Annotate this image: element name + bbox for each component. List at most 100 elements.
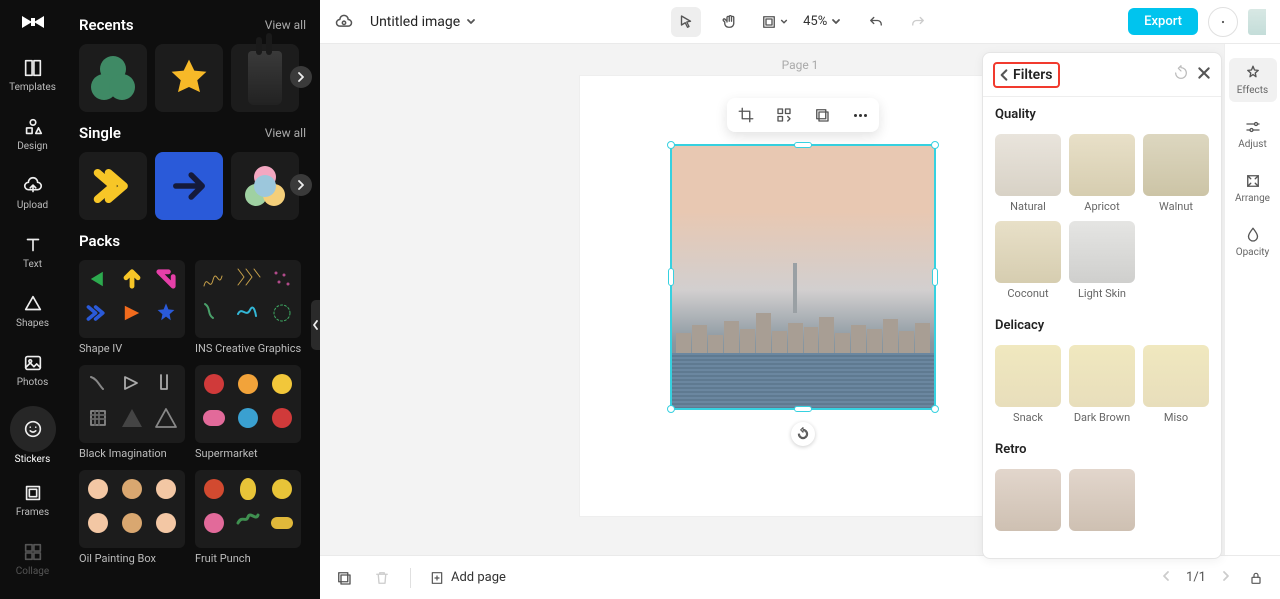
pack-thumb[interactable] bbox=[195, 365, 301, 443]
next-page-button[interactable] bbox=[1220, 570, 1232, 586]
resize-handle[interactable] bbox=[667, 141, 675, 149]
doc-title-text: Untitled image bbox=[370, 14, 460, 30]
rr-arrange[interactable]: Arrange bbox=[1229, 166, 1277, 210]
rail-label: Collage bbox=[16, 566, 49, 577]
share-button[interactable] bbox=[1208, 7, 1238, 37]
rail-label: Text bbox=[23, 259, 42, 270]
page-indicator: 1/1 bbox=[1186, 570, 1206, 585]
resize-handle[interactable] bbox=[932, 268, 938, 286]
resize-handle[interactable] bbox=[794, 406, 812, 412]
magic-button[interactable] bbox=[773, 104, 795, 126]
undo-button[interactable] bbox=[861, 7, 891, 37]
filter-item[interactable]: Coconut bbox=[995, 221, 1061, 300]
redo-button[interactable] bbox=[903, 7, 933, 37]
layers-peek[interactable] bbox=[1248, 9, 1266, 35]
carousel-next[interactable] bbox=[290, 66, 312, 88]
panel-collapse-handle[interactable] bbox=[311, 300, 320, 350]
hand-tool[interactable] bbox=[715, 7, 745, 37]
filter-item[interactable]: Snack bbox=[995, 345, 1061, 424]
pack-thumb[interactable] bbox=[79, 470, 185, 548]
filter-item[interactable]: Miso bbox=[1143, 345, 1209, 424]
filter-item[interactable]: Dark Brown bbox=[1069, 345, 1135, 424]
document-title[interactable]: Untitled image bbox=[370, 14, 476, 30]
assets-panel: Recents View all Single View all Packs bbox=[65, 0, 320, 599]
rr-opacity[interactable]: Opacity bbox=[1229, 220, 1277, 264]
single-thumb[interactable] bbox=[79, 152, 147, 220]
filter-item[interactable]: Apricot bbox=[1069, 134, 1135, 213]
reset-button[interactable] bbox=[1173, 65, 1189, 85]
chevron-down-icon bbox=[466, 17, 476, 27]
right-rail: Effects Adjust Arrange Opacity bbox=[1224, 44, 1280, 555]
recent-thumb[interactable] bbox=[231, 44, 299, 112]
lock-button[interactable] bbox=[1246, 568, 1266, 588]
rail-upload[interactable]: Upload bbox=[9, 170, 57, 217]
resize-handle[interactable] bbox=[668, 268, 674, 286]
rail-collage[interactable]: Collage bbox=[9, 536, 57, 583]
topbar: Untitled image 45% Export bbox=[320, 0, 1280, 44]
rotate-handle[interactable] bbox=[791, 422, 815, 446]
rail-label: Stickers bbox=[15, 454, 51, 465]
filter-item[interactable]: Light Skin bbox=[1069, 221, 1135, 300]
resize-handle[interactable] bbox=[931, 141, 939, 149]
single-thumb[interactable] bbox=[155, 152, 223, 220]
filter-item[interactable] bbox=[995, 469, 1061, 531]
rail-label: Shapes bbox=[16, 318, 49, 329]
export-button[interactable]: Export bbox=[1128, 8, 1198, 35]
carousel-next[interactable] bbox=[290, 174, 312, 196]
zoom-control[interactable]: 45% bbox=[803, 14, 841, 29]
recent-thumb[interactable] bbox=[79, 44, 147, 112]
section-title-packs: Packs bbox=[79, 232, 120, 250]
page-label: Page 1 bbox=[782, 58, 819, 72]
page[interactable] bbox=[580, 76, 1020, 516]
filter-item[interactable]: Natural bbox=[995, 134, 1061, 213]
resize-handle[interactable] bbox=[931, 405, 939, 413]
rr-effects[interactable]: Effects bbox=[1229, 58, 1277, 102]
resize-tool[interactable] bbox=[759, 7, 789, 37]
filters-back-button[interactable]: Filters bbox=[993, 62, 1060, 88]
selection-toolbar bbox=[727, 98, 879, 132]
layer-button[interactable] bbox=[811, 104, 833, 126]
pack-thumb[interactable] bbox=[195, 470, 301, 548]
rail-label: Templates bbox=[9, 82, 56, 93]
filter-item[interactable] bbox=[1069, 469, 1135, 531]
close-button[interactable] bbox=[1197, 65, 1211, 84]
section-title-recents: Recents bbox=[79, 16, 134, 34]
pack-thumb[interactable] bbox=[79, 365, 185, 443]
view-all-recents[interactable]: View all bbox=[265, 18, 306, 32]
resize-handle[interactable] bbox=[794, 142, 812, 148]
delete-page-button[interactable] bbox=[372, 568, 392, 588]
filter-section-delicacy: Delicacy bbox=[995, 318, 1209, 333]
add-page-button[interactable]: Add page bbox=[429, 570, 506, 586]
rr-adjust[interactable]: Adjust bbox=[1229, 112, 1277, 156]
duplicate-page-button[interactable] bbox=[334, 568, 354, 588]
filter-item[interactable]: Walnut bbox=[1143, 134, 1209, 213]
rail-label: Design bbox=[17, 141, 48, 152]
selected-image[interactable] bbox=[670, 144, 936, 410]
pack-label: Supermarket bbox=[195, 447, 301, 460]
crop-button[interactable] bbox=[735, 104, 757, 126]
prev-page-button[interactable] bbox=[1160, 570, 1172, 586]
pack-thumb[interactable] bbox=[79, 260, 185, 338]
single-thumb[interactable] bbox=[231, 152, 299, 220]
rail-frames[interactable]: Frames bbox=[9, 477, 57, 524]
rail-templates[interactable]: Templates bbox=[9, 52, 57, 99]
recent-thumb[interactable] bbox=[155, 44, 223, 112]
filter-section-retro: Retro bbox=[995, 442, 1209, 457]
bottombar: Add page 1/1 bbox=[320, 555, 1280, 599]
resize-handle[interactable] bbox=[667, 405, 675, 413]
pack-thumb[interactable] bbox=[195, 260, 301, 338]
rail-design[interactable]: Design bbox=[9, 111, 57, 158]
more-button[interactable] bbox=[849, 104, 871, 126]
left-rail: Templates Design Upload Text Shapes Phot… bbox=[0, 0, 65, 599]
cursor-tool[interactable] bbox=[671, 7, 701, 37]
pack-label: Fruit Punch bbox=[195, 552, 301, 565]
rail-photos[interactable]: Photos bbox=[9, 347, 57, 394]
rail-stickers[interactable] bbox=[10, 406, 56, 452]
view-all-single[interactable]: View all bbox=[265, 126, 306, 140]
rail-shapes[interactable]: Shapes bbox=[9, 288, 57, 335]
rail-label: Frames bbox=[16, 507, 49, 518]
rail-label: Upload bbox=[17, 200, 48, 211]
cloud-sync-icon[interactable] bbox=[334, 12, 354, 32]
rail-text[interactable]: Text bbox=[9, 229, 57, 276]
filter-section-quality: Quality bbox=[995, 107, 1209, 122]
